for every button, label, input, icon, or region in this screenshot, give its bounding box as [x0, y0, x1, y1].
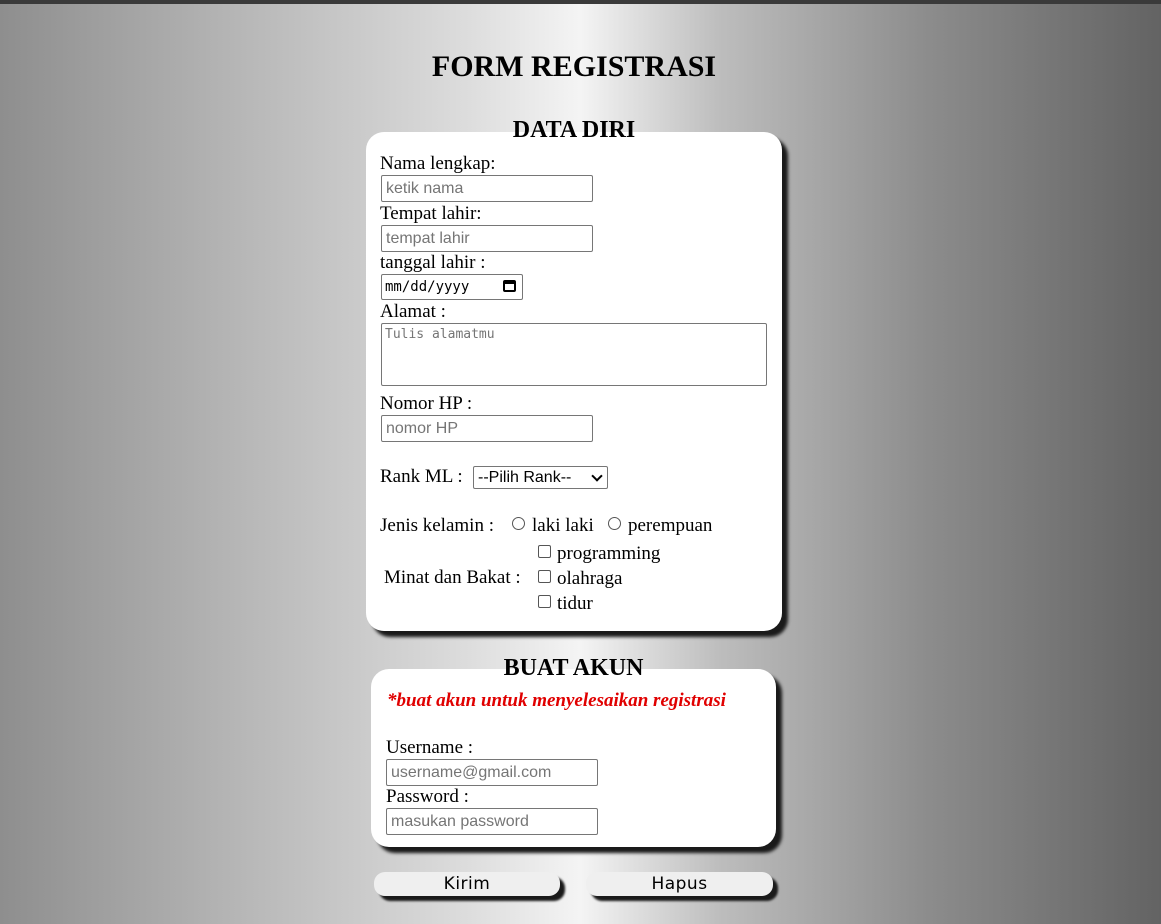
- kirim-button[interactable]: Kirim: [374, 872, 560, 896]
- password-label: Password :: [386, 786, 469, 807]
- username-input[interactable]: [386, 759, 598, 786]
- rank-label: Rank ML :: [380, 466, 463, 487]
- nama-label: Nama lengkap:: [380, 153, 496, 174]
- tempat-lahir-label: Tempat lahir:: [380, 203, 482, 224]
- rank-select[interactable]: --Pilih Rank--: [473, 466, 608, 489]
- alamat-label: Alamat :: [380, 301, 446, 322]
- tanggal-lahir-label: tanggal lahir :: [380, 252, 486, 273]
- minat-bakat-label: Minat dan Bakat :: [384, 567, 521, 588]
- rank-selected-value: --Pilih Rank--: [478, 469, 572, 486]
- nama-input[interactable]: [381, 175, 593, 202]
- calendar-icon[interactable]: [503, 280, 516, 292]
- hapus-button[interactable]: Hapus: [586, 872, 773, 896]
- tanggal-lahir-value: mm/dd/yyyy: [385, 279, 470, 295]
- programming-label: programming: [557, 543, 661, 564]
- tidur-label: tidur: [557, 593, 593, 614]
- olahraga-label: olahraga: [557, 568, 623, 589]
- nomor-hp-input[interactable]: [381, 415, 593, 442]
- laki-laki-label: laki laki: [532, 515, 594, 536]
- jenis-kelamin-label: Jenis kelamin :: [380, 515, 494, 536]
- nomor-hp-label: Nomor HP :: [380, 393, 473, 414]
- checkbox-olahraga[interactable]: [538, 570, 551, 583]
- registration-note: *buat akun untuk menyelesaikan registras…: [387, 690, 726, 711]
- password-input[interactable]: [386, 808, 598, 835]
- perempuan-label: perempuan: [628, 515, 713, 536]
- buat-akun-title: BUAT AKUN: [503, 655, 644, 681]
- username-label: Username :: [386, 737, 474, 758]
- top-border: [0, 0, 1161, 4]
- checkbox-programming[interactable]: [538, 545, 551, 558]
- data-diri-title: DATA DIRI: [512, 117, 636, 143]
- radio-perempuan[interactable]: [608, 517, 621, 530]
- chevron-down-icon: [591, 470, 603, 482]
- checkbox-tidur[interactable]: [538, 595, 551, 608]
- tempat-lahir-input[interactable]: [381, 225, 593, 252]
- tanggal-lahir-input[interactable]: mm/dd/yyyy: [381, 274, 523, 300]
- alamat-textarea[interactable]: [381, 323, 767, 386]
- radio-laki-laki[interactable]: [512, 517, 525, 530]
- page-title: FORM REGISTRASI: [431, 50, 717, 83]
